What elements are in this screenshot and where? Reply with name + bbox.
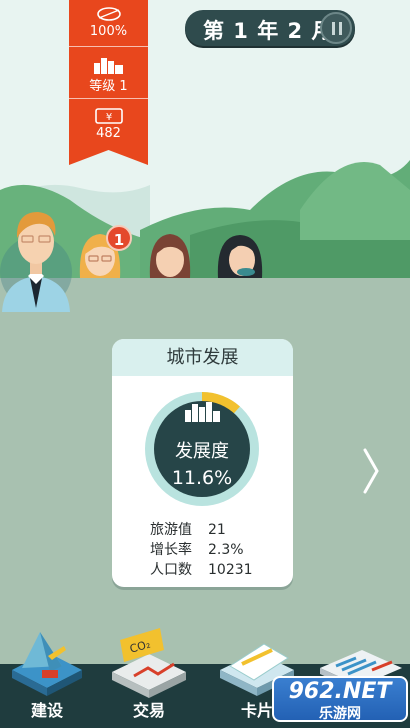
site-watermark-logo: 962.NET 乐游网 [272,676,408,722]
female-advisor-avatar [217,235,263,278]
stat-label: 人口数 [150,562,192,578]
stat-value: 10231 [208,562,253,578]
energy-value: 100% [89,24,128,39]
status-banner: 100% 等级 1 ¥ 482 [69,0,148,165]
tourism-row: 旅游值 21 [150,519,226,539]
leaf-icon [96,7,121,21]
advisor-brunette[interactable] [146,230,194,282]
stat-label: 增长率 [150,542,192,558]
stat-value: 2.3% [208,542,244,558]
development-value: 11.6% [171,467,233,489]
development-label: 发展度 [175,441,229,462]
watermark-title: 962.NET [288,679,392,704]
banner-divider [69,98,148,99]
yuan-money-icon: ¥ [94,108,123,124]
growth-row: 增长率 2.3% [150,539,244,559]
svg-text:¥: ¥ [105,112,111,123]
advisor-mayor[interactable] [0,200,72,316]
population-row: 人口数 10231 [150,559,253,579]
money-stat: ¥ 482 [69,106,148,141]
date-display: 第 1 年 2 月 [185,10,355,46]
male-advisor-avatar [0,212,72,312]
money-value: 482 [96,126,121,141]
stat-value: 21 [208,522,226,538]
card-title: 城市发展 [112,339,293,376]
pause-icon [332,22,335,35]
build-label: 建设 [30,701,63,720]
watermark-subtitle: 乐游网 [319,706,361,722]
chevron-right-icon[interactable] [360,446,382,496]
trade-label: 交易 [132,701,165,720]
notification-badge: 1 [106,225,132,251]
pause-button[interactable] [320,12,352,44]
female-advisor-avatar [149,234,191,278]
banner-divider [69,46,148,47]
pause-icon [339,22,342,35]
trade-button[interactable]: CO₂ 交易 [104,620,194,728]
build-button[interactable]: 建设 [2,620,92,728]
level-stat: 等级 1 [69,55,148,94]
date-text: 第 1 年 2 月 [203,19,334,43]
level-value: 等级 1 [89,79,128,94]
energy-stat: 100% [69,4,148,39]
stat-label: 旅游值 [150,522,192,538]
city-development-card[interactable]: 城市发展 发展度 11.6% 旅游值 21 增长率 2.3% 人口数 10231 [112,339,293,587]
city-icon [93,58,123,74]
advisor-dark-hair[interactable] [214,232,266,282]
